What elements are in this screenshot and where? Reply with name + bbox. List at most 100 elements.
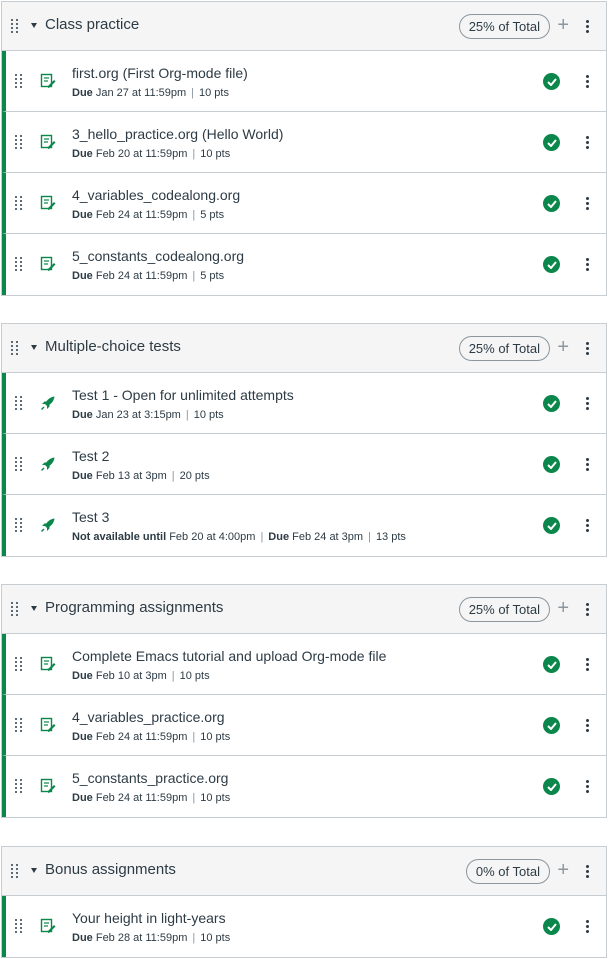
item-options-kebab-icon[interactable] — [586, 197, 589, 210]
collapse-caret-icon[interactable] — [31, 868, 37, 873]
due-label: Due — [72, 792, 93, 804]
availability-label: Not available until — [72, 531, 167, 543]
item-options-kebab-icon[interactable] — [586, 920, 589, 933]
drag-handle-icon[interactable] — [15, 657, 23, 671]
assignment-row[interactable]: 4_variables_codealong.org Due Feb 24 at … — [2, 173, 606, 234]
group-weight-badge: 25% of Total — [458, 597, 550, 622]
assignment-row[interactable]: Complete Emacs tutorial and upload Org-m… — [2, 634, 606, 695]
assignment-icon — [40, 73, 56, 88]
quiz-row[interactable]: Test 2 Due Feb 13 at 3pm | 20 pts — [2, 434, 606, 495]
assignment-row[interactable]: first.org (First Org-mode file) Due Jan … — [2, 51, 606, 112]
quiz-row[interactable]: Test 1 - Open for unlimited attempts Due… — [2, 373, 606, 434]
assignment-title-link[interactable]: 5_constants_codealong.org — [72, 248, 244, 264]
drag-handle-icon[interactable] — [11, 341, 19, 355]
drag-handle-icon[interactable] — [15, 396, 23, 410]
quiz-rocket-icon — [41, 518, 55, 532]
assignment-meta: Due Feb 28 at 11:59pm | 10 pts — [72, 932, 231, 944]
assignment-title-link[interactable]: 4_variables_codealong.org — [72, 187, 240, 203]
published-check-icon[interactable] — [543, 656, 560, 673]
add-item-plus-icon[interactable]: + — [557, 15, 569, 35]
published-check-icon[interactable] — [543, 456, 560, 473]
assignment-row[interactable]: Your height in light-years Due Feb 28 at… — [2, 896, 606, 957]
assignment-title-link[interactable]: Your height in light-years — [72, 910, 226, 926]
group-title: Multiple-choice tests — [45, 338, 181, 355]
drag-handle-icon[interactable] — [15, 135, 23, 149]
drag-handle-icon[interactable] — [15, 919, 23, 933]
collapse-caret-icon[interactable] — [31, 345, 37, 350]
assignment-title-link[interactable]: Complete Emacs tutorial and upload Org-m… — [72, 648, 386, 664]
item-options-kebab-icon[interactable] — [586, 780, 589, 793]
quiz-row[interactable]: Test 3 Not available until Feb 20 at 4:0… — [2, 495, 606, 556]
assignment-group: Programming assignments 25% of Total + C… — [1, 584, 607, 818]
group-weight-badge: 0% of Total — [465, 859, 550, 884]
due-date: Feb 24 at 11:59pm — [95, 792, 188, 804]
group-header[interactable]: Multiple-choice tests 25% of Total + — [2, 324, 606, 373]
published-check-icon[interactable] — [543, 395, 560, 412]
published-check-icon[interactable] — [543, 73, 560, 90]
assignment-row[interactable]: 3_hello_practice.org (Hello World) Due F… — [2, 112, 606, 173]
quiz-title-link[interactable]: Test 1 - Open for unlimited attempts — [72, 387, 294, 403]
group-header[interactable]: Programming assignments 25% of Total + — [2, 585, 606, 634]
item-options-kebab-icon[interactable] — [586, 719, 589, 732]
drag-handle-icon[interactable] — [15, 457, 23, 471]
assignment-title-link[interactable]: first.org (First Org-mode file) — [72, 65, 248, 81]
group-options-kebab-icon[interactable] — [586, 865, 589, 878]
assignment-meta: Due Feb 10 at 3pm | 10 pts — [72, 670, 210, 682]
group-header[interactable]: Class practice 25% of Total + — [2, 2, 606, 51]
drag-handle-icon[interactable] — [11, 602, 19, 616]
published-check-icon[interactable] — [543, 134, 560, 151]
item-options-kebab-icon[interactable] — [586, 258, 589, 271]
group-options-kebab-icon[interactable] — [586, 20, 589, 33]
due-date: Jan 27 at 11:59pm — [95, 87, 187, 99]
due-label: Due — [72, 270, 93, 282]
item-options-kebab-icon[interactable] — [586, 458, 589, 471]
published-check-icon[interactable] — [543, 517, 560, 534]
quiz-title-link[interactable]: Test 3 — [72, 509, 109, 525]
assignment-icon — [40, 256, 56, 271]
assignment-title-link[interactable]: 3_hello_practice.org (Hello World) — [72, 126, 283, 142]
group-header[interactable]: Bonus assignments 0% of Total + — [2, 847, 606, 896]
assignment-icon — [40, 656, 56, 671]
item-options-kebab-icon[interactable] — [586, 397, 589, 410]
drag-handle-icon[interactable] — [15, 718, 23, 732]
collapse-caret-icon[interactable] — [31, 23, 37, 28]
group-title: Programming assignments — [45, 599, 224, 616]
published-check-icon[interactable] — [543, 717, 560, 734]
assignment-title-link[interactable]: 5_constants_practice.org — [72, 770, 228, 786]
drag-handle-icon[interactable] — [11, 864, 19, 878]
published-check-icon[interactable] — [543, 256, 560, 273]
drag-handle-icon[interactable] — [15, 196, 23, 210]
assignment-row[interactable]: 4_variables_practice.org Due Feb 24 at 1… — [2, 695, 606, 756]
due-label: Due — [72, 87, 93, 99]
item-options-kebab-icon[interactable] — [586, 136, 589, 149]
quiz-meta: Due Feb 13 at 3pm | 20 pts — [72, 470, 210, 482]
published-check-icon[interactable] — [543, 778, 560, 795]
add-item-plus-icon[interactable]: + — [557, 337, 569, 357]
group-options-kebab-icon[interactable] — [586, 342, 589, 355]
collapse-caret-icon[interactable] — [31, 606, 37, 611]
due-date: Feb 20 at 11:59pm — [95, 148, 188, 160]
due-label: Due — [268, 531, 290, 543]
add-item-plus-icon[interactable]: + — [557, 860, 569, 880]
published-check-icon[interactable] — [543, 195, 560, 212]
assignment-row[interactable]: 5_constants_codealong.org Due Feb 24 at … — [2, 234, 606, 295]
quiz-title-link[interactable]: Test 2 — [72, 448, 109, 464]
drag-handle-icon[interactable] — [15, 779, 23, 793]
quiz-rocket-icon — [41, 457, 55, 471]
drag-handle-icon[interactable] — [15, 518, 23, 532]
add-item-plus-icon[interactable]: + — [557, 598, 569, 618]
assignment-title-link[interactable]: 4_variables_practice.org — [72, 709, 225, 725]
item-options-kebab-icon[interactable] — [586, 519, 589, 532]
item-options-kebab-icon[interactable] — [586, 658, 589, 671]
drag-handle-icon[interactable] — [15, 74, 23, 88]
group-options-kebab-icon[interactable] — [586, 603, 589, 616]
due-label: Due — [72, 470, 93, 482]
due-date: Feb 24 at 11:59pm — [95, 209, 188, 221]
item-options-kebab-icon[interactable] — [586, 75, 589, 88]
due-label: Due — [72, 932, 93, 944]
assignment-row[interactable]: 5_constants_practice.org Due Feb 24 at 1… — [2, 756, 606, 817]
published-check-icon[interactable] — [543, 918, 560, 935]
drag-handle-icon[interactable] — [15, 257, 23, 271]
drag-handle-icon[interactable] — [11, 19, 19, 33]
assignment-meta: Due Jan 27 at 11:59pm | 10 pts — [72, 87, 229, 99]
